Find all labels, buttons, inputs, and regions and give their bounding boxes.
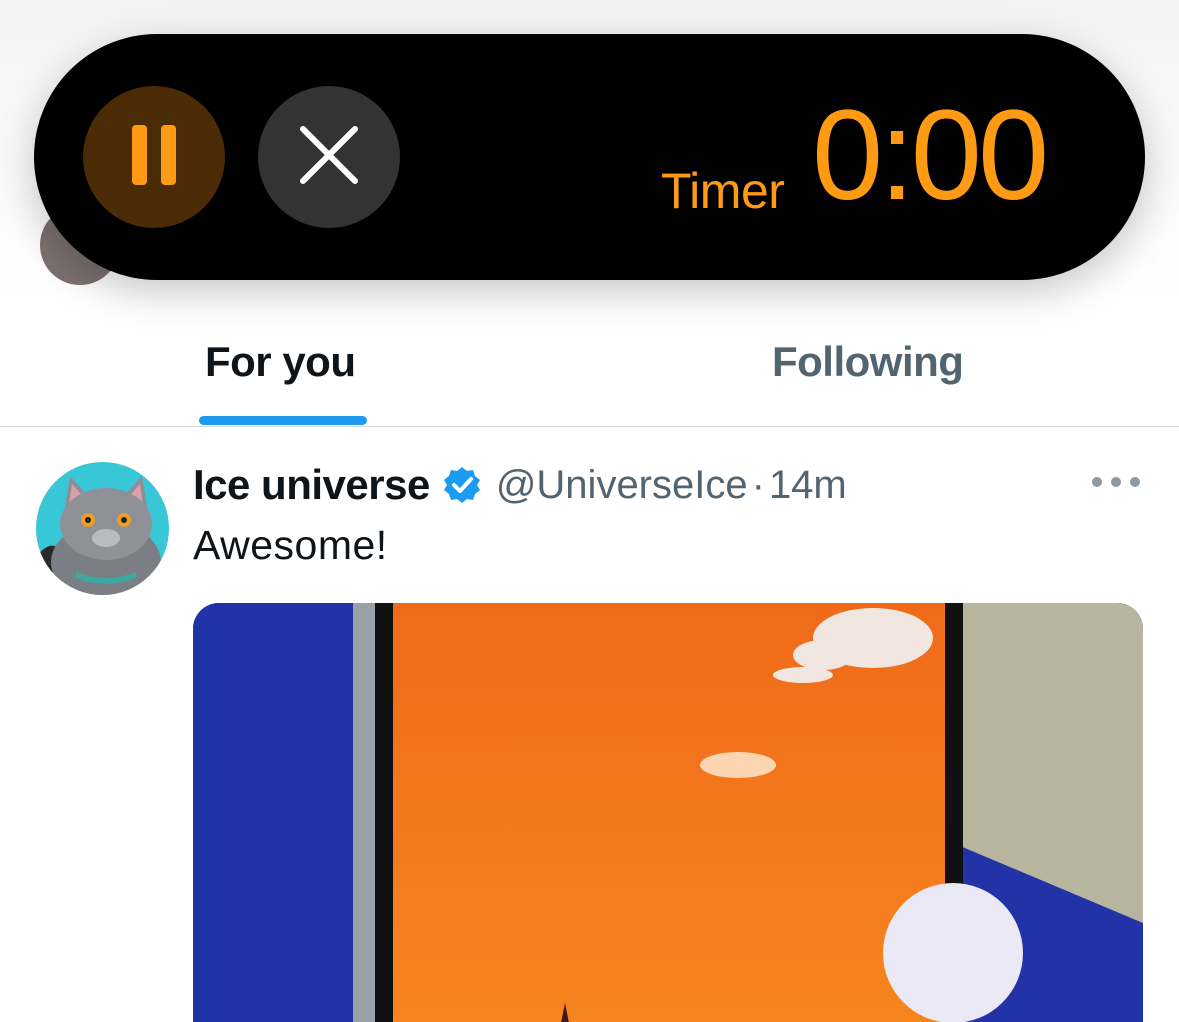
verified-badge-icon[interactable] — [442, 465, 482, 505]
more-icon-dot — [1111, 477, 1121, 487]
author-avatar[interactable] — [36, 462, 169, 595]
tweet-media-image[interactable] — [193, 603, 1143, 1022]
pause-icon — [130, 123, 178, 192]
meta-separator: · — [751, 462, 765, 507]
timeline-tabs: For you Following — [0, 300, 1179, 427]
app-screen: Timer 0:00 For you Following Ice univers… — [0, 0, 1179, 1022]
pause-button[interactable] — [83, 86, 225, 228]
tab-for-you[interactable]: For you — [205, 338, 356, 386]
close-icon — [297, 123, 361, 192]
author-display-name[interactable]: Ice universe — [193, 461, 430, 509]
more-icon-dot — [1130, 477, 1140, 487]
more-icon-dot — [1092, 477, 1102, 487]
timer-label: Timer — [661, 163, 785, 219]
tweet-header: Ice universe @UniverseIce · 14m — [193, 460, 847, 510]
tab-following[interactable]: Following — [772, 338, 964, 386]
more-options-button[interactable] — [1092, 470, 1140, 494]
tweet-text: Awesome! — [193, 522, 388, 568]
timer-live-activity[interactable]: Timer 0:00 — [34, 34, 1145, 280]
tab-selected-indicator — [199, 416, 367, 425]
close-button[interactable] — [258, 86, 400, 228]
tweet-timestamp[interactable]: 14m — [769, 463, 847, 508]
author-handle[interactable]: @UniverseIce — [496, 463, 748, 508]
timer-value: 0:00 — [812, 84, 1049, 227]
